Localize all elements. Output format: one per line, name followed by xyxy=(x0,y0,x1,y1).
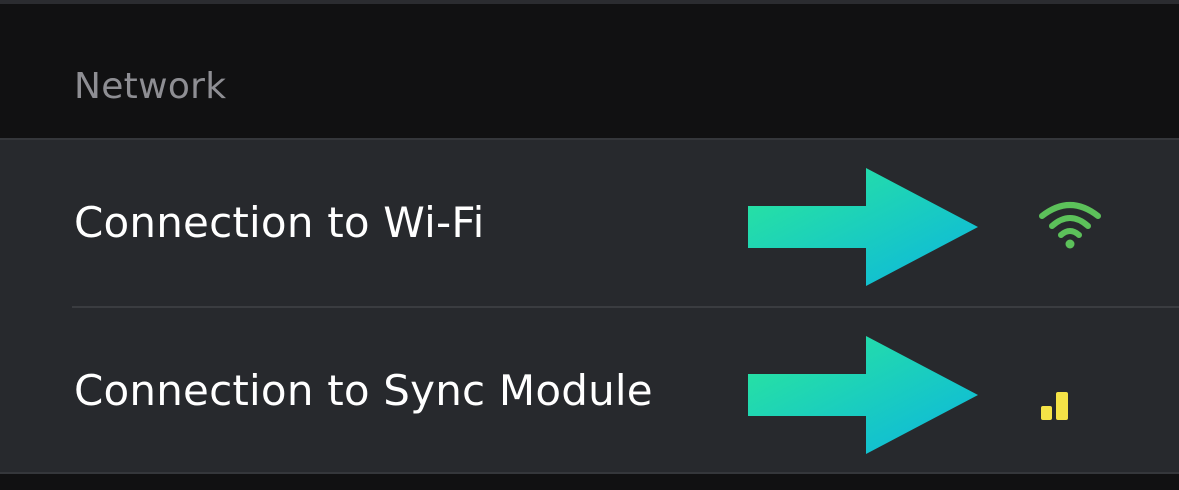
top-divider xyxy=(0,0,1179,4)
network-section-header: Network xyxy=(74,66,227,107)
network-settings-group: Connection to Wi-Fi Connection to Sync M… xyxy=(0,138,1179,474)
arrow-annotation-icon xyxy=(748,168,978,286)
network-settings-screen: Network Connection to Wi-Fi Connection t… xyxy=(0,0,1179,490)
sync-module-connection-label: Connection to Sync Module xyxy=(74,366,653,415)
wifi-signal-icon xyxy=(1039,202,1101,249)
wifi-connection-label: Connection to Wi-Fi xyxy=(74,198,485,247)
arrow-annotation-icon xyxy=(748,336,978,454)
wifi-connection-row[interactable]: Connection to Wi-Fi xyxy=(0,140,1179,306)
sync-module-connection-row[interactable]: Connection to Sync Module xyxy=(0,308,1179,474)
cellular-signal-icon xyxy=(1041,392,1068,420)
